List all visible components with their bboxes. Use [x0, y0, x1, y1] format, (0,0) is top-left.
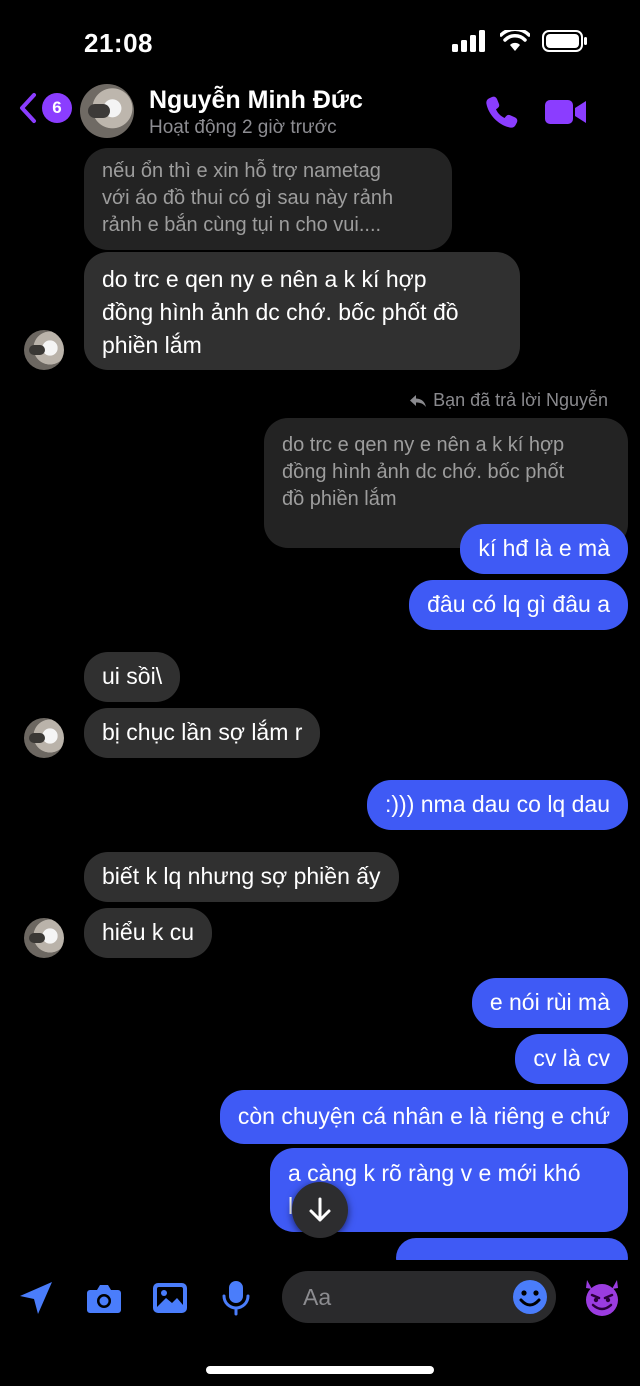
contact-status: Hoạt động 2 giờ trước [149, 117, 337, 138]
video-camera-icon[interactable] [544, 96, 588, 128]
home-indicator[interactable] [206, 1366, 434, 1374]
message-text: e nói rùi mà [489, 989, 610, 1015]
outgoing-message[interactable]: e nói rùi mà [471, 978, 628, 1028]
message-text: biết k lq nhưng sợ phiền ấy [102, 863, 381, 889]
incoming-message[interactable]: hiểu k cu [84, 908, 213, 958]
reply-arrow-icon [410, 394, 427, 407]
reply-indicator: Bạn đã trả lời Nguyễn [409, 390, 608, 411]
location-arrow-icon[interactable] [18, 1280, 54, 1316]
signal-icon [452, 30, 485, 52]
contact-avatar[interactable] [80, 84, 134, 138]
message-text: hiểu k cu [102, 919, 195, 945]
message-text: đâu có lq gì đâu a [427, 591, 610, 617]
unread-badge: 6 [42, 93, 72, 123]
wifi-icon [500, 30, 530, 51]
battery-icon [542, 30, 587, 52]
back-button[interactable]: 6 [18, 92, 72, 124]
outgoing-message[interactable]: kí hđ là e mà [460, 524, 628, 574]
phone-icon[interactable] [484, 94, 520, 130]
message-line: do trc e qen ny e nên a k kí hợp [282, 434, 565, 456]
contact-name[interactable]: Nguyễn Minh Đức [149, 86, 363, 115]
message-line: a càng k rõ ràng v e mới khó [288, 1160, 581, 1186]
message-text: cv là cv [533, 1045, 610, 1071]
scroll-to-bottom-button[interactable] [292, 1182, 348, 1238]
camera-icon[interactable] [86, 1280, 122, 1316]
message-text: bị chục lần sợ lắm r [102, 719, 303, 745]
message-line: đồng hình ảnh dc chớ. bốc phốt đồ [102, 299, 459, 325]
sender-avatar[interactable] [24, 918, 64, 958]
outgoing-message[interactable]: :))) nma dau co lq dau [366, 780, 628, 830]
message-line: do trc e qen ny e nên a k kí hợp [102, 266, 427, 292]
message-text: ui sồi\ [102, 663, 163, 689]
quoted-message[interactable]: nếu ổn thì e xin hỗ trợ nametag với áo đ… [84, 148, 452, 250]
outgoing-message[interactable]: cv là cv [515, 1034, 628, 1084]
incoming-message[interactable]: biết k lq nhưng sợ phiền ấy [84, 852, 399, 902]
sender-avatar[interactable] [24, 718, 64, 758]
status-icons [452, 30, 588, 52]
sender-avatar[interactable] [24, 330, 64, 370]
message-input-placeholder[interactable]: Aa [303, 1284, 331, 1311]
arrow-down-icon [309, 1197, 331, 1222]
message-line: rảnh e bắn cùng tụi n cho vui.... [102, 214, 382, 236]
incoming-message[interactable]: do trc e qen ny e nên a k kí hợp đồng hì… [84, 252, 520, 370]
message-line: với áo đồ thui có gì sau này rảnh [102, 187, 394, 209]
message-line: nếu ổn thì e xin hỗ trợ nametag [102, 160, 381, 182]
message-line: đồng hình ảnh dc chớ. bốc phốt [282, 461, 565, 483]
message-line: đồ phiền lắm [282, 488, 397, 510]
image-icon[interactable] [152, 1280, 188, 1316]
outgoing-message[interactable]: đâu có lq gì đâu a [409, 580, 628, 630]
incoming-message[interactable]: bị chục lần sợ lắm r [84, 708, 321, 758]
incoming-message[interactable]: ui sồi\ [84, 652, 181, 702]
devil-emoji-icon[interactable] [581, 1276, 623, 1318]
outgoing-message[interactable]: còn chuyện cá nhân e là riêng e chứ [219, 1090, 628, 1144]
reply-note-text: Bạn đã trả lời Nguyễn [433, 390, 608, 410]
message-text: :))) nma dau co lq dau [384, 791, 610, 817]
back-chevron-icon [20, 93, 36, 123]
emoji-icon[interactable] [512, 1279, 548, 1315]
message-text: kí hđ là e mà [478, 535, 610, 561]
status-time: 21:08 [84, 28, 153, 58]
message-line: phiền lắm [102, 332, 202, 358]
microphone-icon[interactable] [218, 1280, 254, 1316]
message-text: còn chuyện cá nhân e là riêng e chứ [237, 1103, 610, 1129]
